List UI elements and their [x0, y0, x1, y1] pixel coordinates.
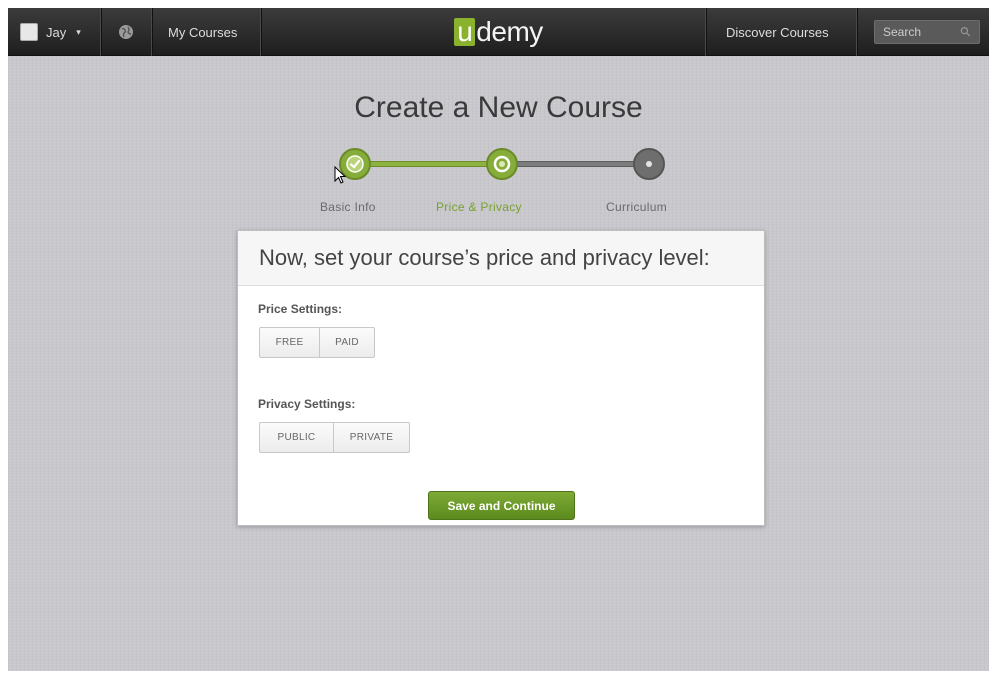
my-courses-link[interactable]: My Courses	[168, 8, 237, 56]
free-option-button[interactable]: FREE	[260, 328, 319, 357]
search-input[interactable]: Search ⚲	[874, 20, 980, 44]
globe-icon[interactable]	[116, 8, 136, 56]
privacy-settings-label: Privacy Settings:	[258, 397, 356, 411]
nav-divider	[100, 8, 101, 56]
step-curriculum-node[interactable]	[633, 148, 665, 180]
user-menu[interactable]: Jay ▾	[20, 8, 81, 56]
privacy-toggle-group: PUBLIC PRIVATE	[259, 422, 410, 453]
save-and-continue-button[interactable]: Save and Continue	[428, 491, 575, 520]
step-label-price-privacy[interactable]: Price & Privacy	[436, 200, 522, 214]
discover-courses-link[interactable]: Discover Courses	[726, 8, 829, 56]
nav-divider	[260, 8, 261, 56]
checkmark-icon	[346, 155, 364, 173]
nav-divider	[705, 8, 706, 56]
udemy-logo: u demy	[8, 8, 989, 56]
price-privacy-card: Now, set your course’s price and privacy…	[237, 230, 765, 526]
price-toggle-group: FREE PAID	[259, 327, 375, 358]
user-name: Jay	[46, 24, 67, 40]
logo-u: u	[454, 18, 476, 46]
search-placeholder: Search	[883, 25, 922, 39]
logo-text: demy	[476, 16, 543, 47]
search-field[interactable]: Search ⚲	[874, 8, 980, 56]
price-settings-label: Price Settings:	[258, 302, 343, 316]
progress-track-complete	[360, 161, 500, 167]
card-heading: Now, set your course’s price and privacy…	[238, 231, 764, 286]
step-price-privacy-node[interactable]	[486, 148, 518, 180]
top-nav-bar: Jay ▾ My Courses u demy Discover Courses …	[8, 8, 989, 56]
page-title: Create a New Course	[354, 91, 643, 124]
private-option-button[interactable]: PRIVATE	[333, 423, 409, 452]
avatar	[20, 23, 38, 41]
step-label-curriculum[interactable]: Curriculum	[606, 200, 667, 214]
public-option-button[interactable]: PUBLIC	[260, 423, 333, 452]
page-frame: Jay ▾ My Courses u demy Discover Courses …	[8, 8, 989, 671]
progress-track-remaining	[506, 161, 644, 167]
upcoming-step-icon	[646, 161, 652, 167]
paid-option-button[interactable]: PAID	[319, 328, 374, 357]
current-step-icon	[493, 155, 511, 173]
mouse-cursor-icon	[334, 166, 346, 184]
search-icon[interactable]: ⚲	[957, 23, 975, 41]
step-label-basic-info[interactable]: Basic Info	[320, 200, 376, 214]
nav-divider	[856, 8, 857, 56]
nav-divider	[151, 8, 152, 56]
chevron-down-icon: ▾	[76, 26, 81, 37]
